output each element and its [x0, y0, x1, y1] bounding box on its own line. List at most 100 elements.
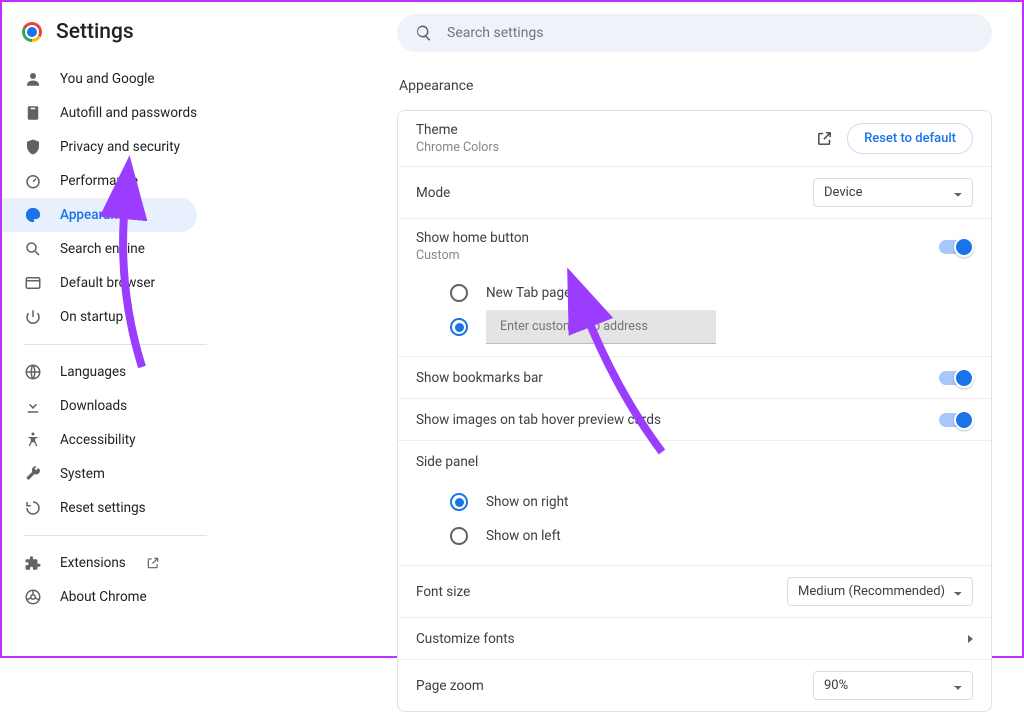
side-panel-radios: Show on right Show on left [398, 483, 991, 566]
sidebar-item-system[interactable]: System [2, 457, 247, 491]
sidebar-item-default-browser[interactable]: Default browser [2, 266, 247, 300]
appearance-card: Theme Chrome Colors Reset to default Mod… [397, 110, 992, 712]
main-content: Appearance Theme Chrome Colors Reset to … [247, 2, 1022, 656]
sidebar-item-about-chrome[interactable]: About Chrome [2, 580, 247, 614]
page-zoom-select[interactable]: 90% [813, 671, 973, 700]
radio-icon [450, 284, 468, 302]
extension-icon [24, 554, 42, 572]
radio-icon [450, 318, 468, 336]
sidebar-item-appearance[interactable]: Appearance [2, 198, 197, 232]
sidebar-item-privacy[interactable]: Privacy and security [2, 130, 247, 164]
row-side-panel: Side panel [398, 441, 991, 483]
home-button-toggle[interactable] [939, 240, 973, 254]
row-theme[interactable]: Theme Chrome Colors Reset to default [398, 111, 991, 167]
row-bookmarks-bar: Show bookmarks bar [398, 357, 991, 399]
sidebar-item-label: Search engine [60, 241, 145, 257]
radio-icon [450, 527, 468, 545]
sidebar-item-you-and-google[interactable]: You and Google [2, 62, 247, 96]
sidebar: Settings You and Google Autofill and pas… [2, 2, 247, 656]
bookmarks-label: Show bookmarks bar [416, 370, 543, 386]
home-button-radios: New Tab page [398, 274, 991, 357]
search-icon [24, 240, 42, 258]
sidebar-nav-primary: You and Google Autofill and passwords Pr… [2, 62, 247, 614]
page-title: Settings [56, 20, 134, 44]
sidebar-item-label: Default browser [60, 275, 155, 291]
row-mode: Mode Device [398, 167, 991, 219]
page-zoom-label: Page zoom [416, 678, 484, 694]
sidebar-item-label: About Chrome [60, 589, 147, 605]
download-icon [24, 397, 42, 415]
accessibility-icon [24, 431, 42, 449]
speed-icon [24, 172, 42, 190]
home-button-sub: Custom [416, 248, 529, 263]
font-size-label: Font size [416, 584, 470, 600]
radio-custom-address[interactable] [450, 310, 973, 344]
sidebar-item-label: You and Google [60, 71, 155, 87]
font-size-select[interactable]: Medium (Recommended) [787, 577, 973, 606]
sidebar-item-label: On startup [60, 309, 123, 325]
sidebar-item-label: Downloads [60, 398, 127, 414]
search-icon [415, 24, 433, 42]
home-button-label: Show home button [416, 230, 529, 246]
power-icon [24, 308, 42, 326]
chrome-logo-icon [22, 22, 42, 42]
sidebar-item-on-startup[interactable]: On startup [2, 300, 247, 334]
sidebar-item-autofill[interactable]: Autofill and passwords [2, 96, 247, 130]
external-link-icon[interactable] [816, 130, 833, 147]
bookmarks-toggle[interactable] [939, 371, 973, 385]
hover-label: Show images on tab hover preview cards [416, 412, 661, 428]
clipboard-icon [24, 104, 42, 122]
external-link-icon [146, 556, 160, 570]
radio-show-on-left[interactable]: Show on left [450, 519, 973, 553]
theme-sub: Chrome Colors [416, 140, 499, 155]
palette-icon [24, 206, 42, 224]
person-icon [24, 70, 42, 88]
mode-select[interactable]: Device [813, 178, 973, 207]
sidebar-item-search-engine[interactable]: Search engine [2, 232, 247, 266]
row-home-button: Show home button Custom [398, 219, 991, 274]
sidebar-item-extensions[interactable]: Extensions [2, 546, 247, 580]
sidebar-item-reset[interactable]: Reset settings [2, 491, 247, 525]
radio-label: Show on right [486, 494, 568, 510]
theme-label: Theme [416, 122, 499, 138]
sidebar-item-languages[interactable]: Languages [2, 355, 247, 389]
radio-new-tab-page[interactable]: New Tab page [450, 276, 973, 310]
header: Settings [2, 14, 247, 56]
sidebar-item-label: Extensions [60, 555, 126, 571]
row-page-zoom: Page zoom 90% [398, 660, 991, 711]
sidebar-item-label: Accessibility [60, 432, 136, 448]
custom-address-input[interactable] [486, 310, 716, 344]
sidebar-item-accessibility[interactable]: Accessibility [2, 423, 247, 457]
wrench-icon [24, 465, 42, 483]
globe-icon [24, 363, 42, 381]
shield-icon [24, 138, 42, 156]
row-tab-hover-images: Show images on tab hover preview cards [398, 399, 991, 441]
customize-fonts-label: Customize fonts [416, 631, 515, 647]
mode-label: Mode [416, 185, 450, 201]
row-customize-fonts[interactable]: Customize fonts [398, 618, 991, 660]
sidebar-item-performance[interactable]: Performance [2, 164, 247, 198]
sidebar-item-label: System [60, 466, 105, 482]
radio-label: Show on left [486, 528, 561, 544]
reset-to-default-button[interactable]: Reset to default [847, 123, 973, 154]
sidebar-item-label: Languages [60, 364, 126, 380]
radio-show-on-right[interactable]: Show on right [450, 485, 973, 519]
sidebar-item-label: Appearance [60, 207, 132, 223]
chevron-right-icon [968, 635, 973, 643]
section-heading: Appearance [399, 78, 992, 94]
sidebar-item-label: Autofill and passwords [60, 105, 197, 121]
search-bar[interactable] [397, 14, 992, 52]
radio-label: New Tab page [486, 285, 571, 301]
sidebar-item-downloads[interactable]: Downloads [2, 389, 247, 423]
hover-toggle[interactable] [939, 413, 973, 427]
sidebar-item-label: Reset settings [60, 500, 146, 516]
sidebar-divider [24, 344, 207, 345]
sidebar-item-label: Performance [60, 173, 138, 189]
chrome-icon [24, 588, 42, 606]
reset-icon [24, 499, 42, 517]
browser-icon [24, 274, 42, 292]
search-input[interactable] [445, 24, 974, 42]
sidebar-divider [24, 535, 207, 536]
radio-icon [450, 493, 468, 511]
side-panel-label: Side panel [416, 454, 478, 470]
